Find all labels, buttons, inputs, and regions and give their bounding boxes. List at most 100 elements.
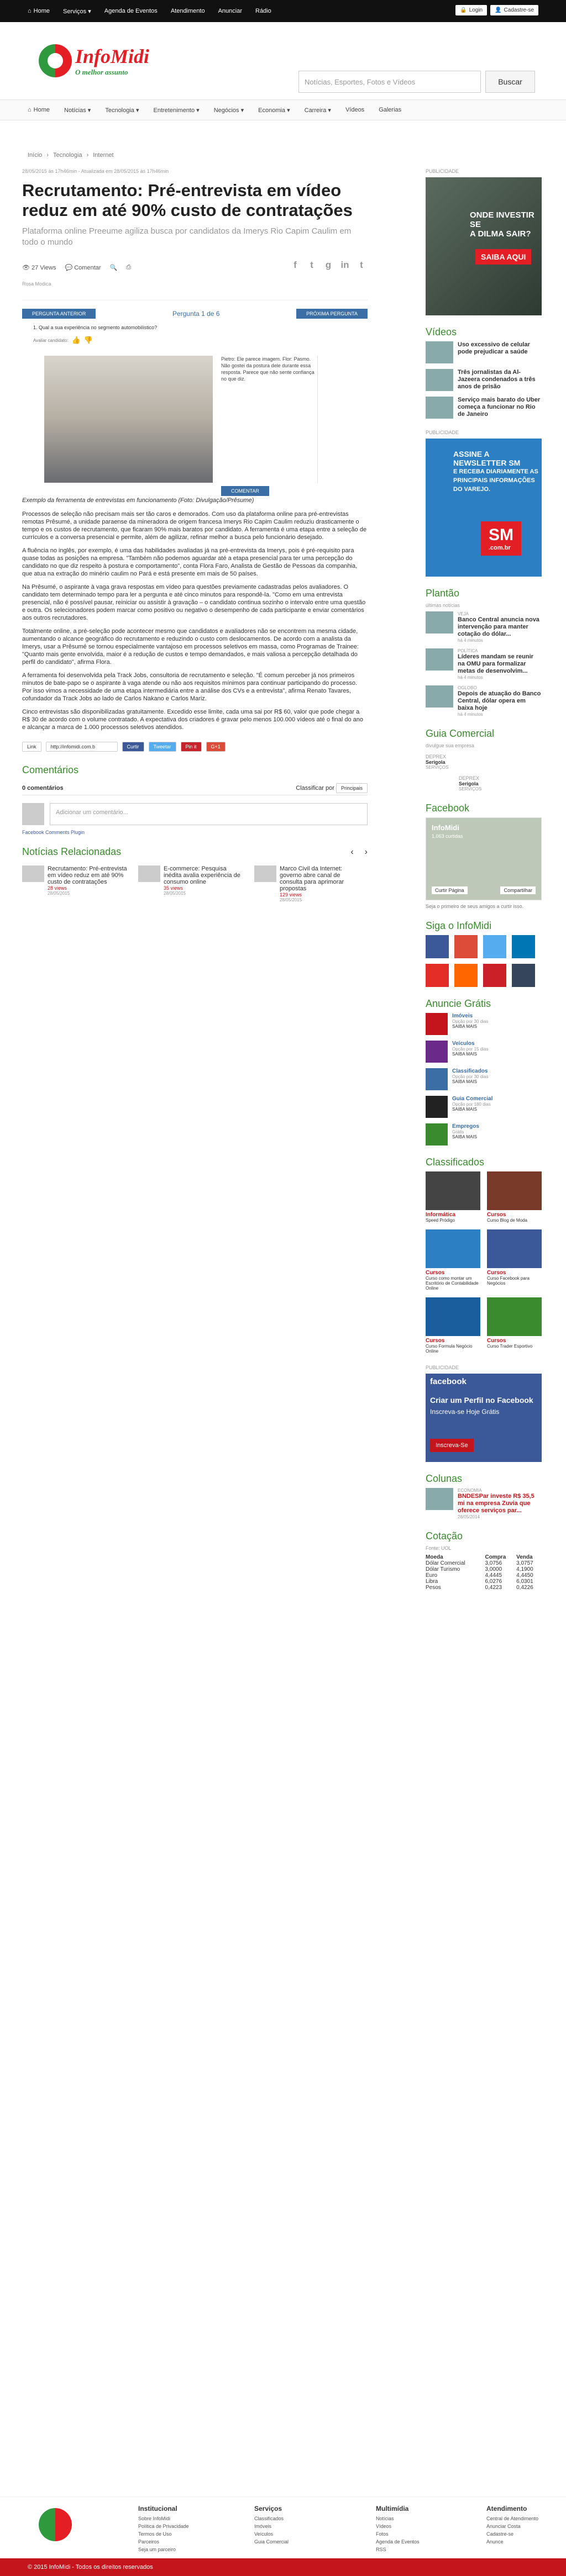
comment-link[interactable]: 💬 Comentar bbox=[65, 264, 101, 271]
classificados-grid: Informática Speed Pródigo Cursos Curso Blo… bbox=[426, 1171, 542, 1354]
related-thumb bbox=[22, 865, 44, 882]
home-icon: ⌂ bbox=[28, 107, 32, 113]
ad-banner-facebook[interactable]: facebook Criar um Perfil no Facebook Ins… bbox=[426, 1374, 542, 1462]
guia-item[interactable]: DEPREX Serigola SERVIÇOS bbox=[426, 754, 542, 770]
nav-economia[interactable]: Economia ▾ bbox=[258, 107, 290, 114]
comment-input[interactable]: Adicionar um comentário... bbox=[50, 803, 368, 825]
related-item[interactable]: Marco Civil da Internet: governo abre ca… bbox=[254, 865, 359, 902]
classificado-item[interactable]: Cursos Curso Facebook para Negócios bbox=[487, 1229, 542, 1291]
youtube-icon[interactable] bbox=[426, 964, 449, 987]
breadcrumb-inicio[interactable]: Início bbox=[28, 152, 42, 159]
nav-entretenimento[interactable]: Entretenimento ▾ bbox=[154, 107, 200, 114]
related-thumb bbox=[138, 865, 160, 882]
search-input[interactable]: Notícias, Esportes, Fotos e Vídeos bbox=[298, 71, 481, 93]
anuncie-item[interactable]: Classificados Opção por 30 dias SAIBA MAIS bbox=[426, 1068, 542, 1090]
ad-banner-sm[interactable]: ASSINE A NEWSLETTER SM E RECEBA DIARIAMEN… bbox=[426, 439, 542, 577]
nav-carreira[interactable]: Carreira ▾ bbox=[305, 107, 331, 114]
plantao-item[interactable]: OGLOBO Depois de atuação do Banco Central… bbox=[426, 685, 542, 717]
classifieds-icon bbox=[426, 1068, 448, 1090]
sort-select[interactable]: Principais bbox=[336, 783, 368, 793]
video-item[interactable]: Três jornalistas da Al-Jazeera condenado… bbox=[426, 369, 542, 391]
facebook-icon[interactable]: f bbox=[289, 259, 301, 271]
guia-item[interactable]: DEPREX Serigola SERVIÇOS bbox=[459, 775, 542, 791]
comment-button[interactable]: COMENTAR bbox=[221, 486, 269, 496]
logo[interactable]: InfoMidi O melhor assunto bbox=[39, 44, 149, 77]
pinterest-icon[interactable] bbox=[483, 964, 506, 987]
related-item[interactable]: Recrutamento: Pré-entrevista em vídeo re… bbox=[22, 865, 127, 902]
anuncie-item[interactable]: Imóveis Opção por 30 dias SAIBA MAIS bbox=[426, 1013, 542, 1035]
plantao-item[interactable]: POLÍTICA Líderes mandam se reunir na OMU … bbox=[426, 648, 542, 680]
video-item[interactable]: Uso excessivo de celular pode prejudicar… bbox=[426, 341, 542, 363]
topbar-servicos[interactable]: Serviços ▾ bbox=[63, 8, 91, 15]
header: InfoMidi O melhor assunto Notícias, Espo… bbox=[0, 22, 566, 99]
twitter-icon[interactable] bbox=[483, 935, 506, 958]
house-icon bbox=[426, 1013, 448, 1035]
twitter-icon[interactable]: t bbox=[306, 259, 318, 271]
classificado-item[interactable]: Informática Speed Pródigo bbox=[426, 1171, 480, 1223]
chevron-right-icon[interactable]: › bbox=[365, 847, 368, 857]
table-row: Pesos 0,4223 0,4226 bbox=[426, 1585, 533, 1591]
nav-videos[interactable]: Vídeos bbox=[345, 107, 364, 113]
classificado-item[interactable]: Cursos Curso Blog de Moda bbox=[487, 1171, 542, 1223]
link-label: Link bbox=[22, 742, 41, 752]
anuncie-item[interactable]: Veículos Opção por 15 dias SAIBA MAIS bbox=[426, 1041, 542, 1063]
video-item[interactable]: Serviço mais barato do Uber começa a fun… bbox=[426, 397, 542, 419]
thumbs-down-icon[interactable]: 👎 bbox=[84, 336, 93, 345]
chevron-left-icon[interactable]: ‹ bbox=[350, 847, 353, 857]
video-thumbnail[interactable] bbox=[44, 356, 213, 483]
rss-icon[interactable] bbox=[454, 964, 478, 987]
pin-button[interactable]: Pin it bbox=[180, 742, 202, 752]
topbar-atendimento[interactable]: Atendimento bbox=[171, 8, 205, 14]
linkedin-icon[interactable] bbox=[512, 935, 535, 958]
linkedin-icon[interactable]: in bbox=[339, 259, 351, 271]
search-icon[interactable]: 🔍 bbox=[110, 264, 118, 271]
print-icon[interactable]: ⎙ bbox=[126, 264, 131, 271]
nav-noticias[interactable]: Notícias ▾ bbox=[64, 107, 91, 114]
topbar-anunciar[interactable]: Anunciar bbox=[218, 8, 242, 14]
table-row: Euro 4,4445 4,4450 bbox=[426, 1572, 533, 1579]
related-item[interactable]: E-commerce: Pesquisa inédita avalia expe… bbox=[138, 865, 243, 902]
tumblr-icon[interactable] bbox=[512, 964, 535, 987]
gplus-button[interactable]: G+1 bbox=[206, 742, 226, 752]
coluna-item[interactable]: ECONOMIA BNDESPar investe R$ 35,5 mi na e… bbox=[426, 1488, 542, 1519]
copyright-bar: © 2015 InfoMidi - Todos os direitos rese… bbox=[0, 2558, 566, 2576]
tweet-button[interactable]: Tweetar bbox=[148, 742, 176, 752]
thumbs-up-icon[interactable]: 👍 bbox=[71, 336, 80, 345]
nav-home[interactable]: ⌂ Home bbox=[28, 107, 50, 113]
googleplus-icon[interactable] bbox=[454, 935, 478, 958]
comments-title: Comentários bbox=[22, 764, 79, 775]
next-question-button[interactable]: PRÓXIMA PERGUNTA bbox=[296, 309, 368, 319]
social-share: f t g in t bbox=[289, 259, 368, 271]
video-player[interactable]: Pietro: Ele parece imagem. Flor: Pasmo. … bbox=[22, 356, 368, 496]
fb-like-page-button[interactable]: Curtir Página bbox=[432, 886, 468, 894]
nav-negocios[interactable]: Negócios ▾ bbox=[214, 107, 244, 114]
breadcrumb-tecnologia[interactable]: Tecnologia bbox=[53, 152, 82, 159]
classificado-item[interactable]: Cursos Curso Formula Negócio Online bbox=[426, 1297, 480, 1354]
fb-share-button[interactable]: Compartilhar bbox=[500, 886, 536, 894]
search-button[interactable]: Buscar bbox=[485, 71, 535, 93]
link-field[interactable]: http://infomidi.com.b bbox=[45, 742, 118, 752]
related-title: Notícias Relacionadas bbox=[22, 846, 122, 857]
facebook-widget[interactable]: InfoMidi 1.063 curtidas Curtir Página Co… bbox=[426, 817, 542, 900]
anuncie-item[interactable]: Guia Comercial Opção por 180 dias SAIBA MA… bbox=[426, 1096, 542, 1118]
googleplus-icon[interactable]: g bbox=[322, 259, 334, 271]
tumblr-icon[interactable]: t bbox=[355, 259, 368, 271]
ad-banner-dilma[interactable]: ONDE INVESTIR SE A DILMA SAIR? SAIBA AQUI bbox=[426, 177, 542, 315]
fb-like-button[interactable]: Curtir bbox=[122, 742, 144, 752]
breadcrumb-internet[interactable]: Internet bbox=[93, 152, 113, 159]
plantao-item[interactable]: VEJA Banco Central anuncia nova intervenç… bbox=[426, 611, 542, 643]
classificado-item[interactable]: Cursos Curso como montar um Escritório de… bbox=[426, 1229, 480, 1291]
fb-comments-plugin[interactable]: Facebook Comments Plugin bbox=[22, 830, 368, 835]
paragraph: A fluência no inglês, por exemplo, é uma… bbox=[22, 547, 358, 577]
facebook-icon[interactable] bbox=[426, 935, 449, 958]
nav-tecnologia[interactable]: Tecnologia ▾ bbox=[105, 107, 139, 114]
anuncie-item[interactable]: Empregos Grátis SAIBA MAIS bbox=[426, 1123, 542, 1146]
classificado-item[interactable]: Cursos Curso Trader Esportivo bbox=[487, 1297, 542, 1354]
topbar-agenda[interactable]: Agenda de Eventos bbox=[104, 8, 158, 14]
topbar-home[interactable]: ⌂ Home bbox=[28, 8, 50, 14]
signup-button[interactable]: 👤 Cadastre-se bbox=[490, 5, 538, 15]
topbar-radio[interactable]: Rádio bbox=[255, 8, 271, 14]
login-button[interactable]: 🔒 Login bbox=[455, 5, 488, 15]
prev-question-button[interactable]: PERGUNTA ANTERIOR bbox=[22, 309, 96, 319]
nav-galerias[interactable]: Galerias bbox=[379, 107, 401, 113]
